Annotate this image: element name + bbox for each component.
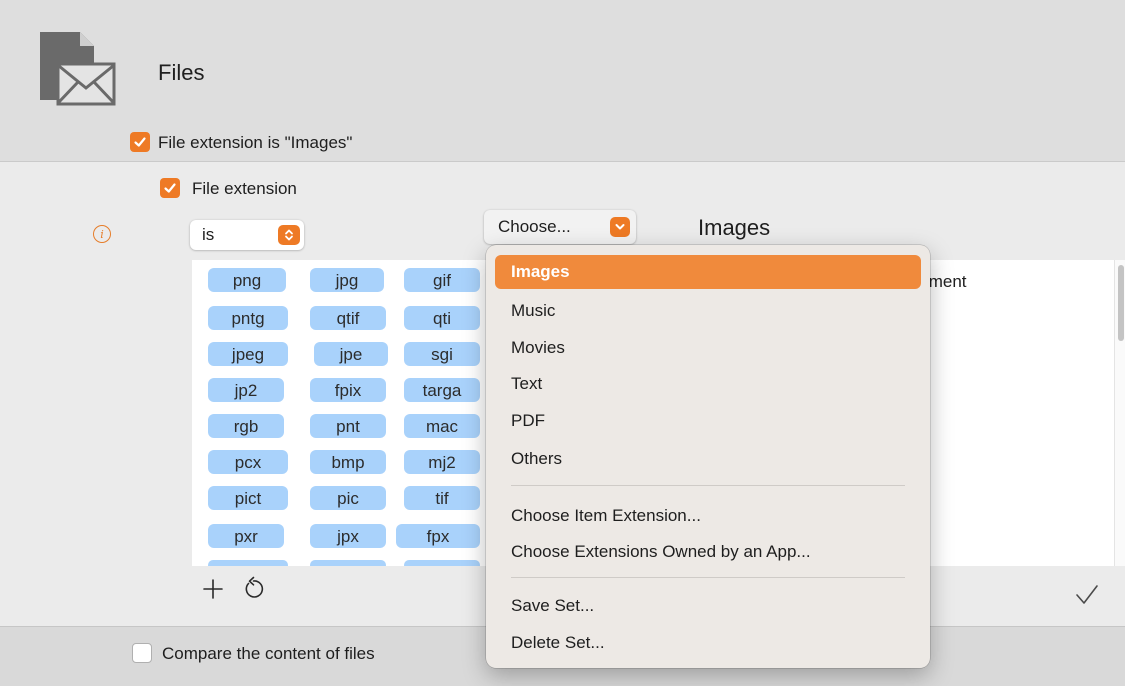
extension-tag[interactable]: fpix xyxy=(310,378,386,402)
extension-tag[interactable]: qti xyxy=(404,306,480,330)
compare-content-checkbox[interactable] xyxy=(132,643,152,663)
compare-content-label: Compare the content of files xyxy=(162,644,375,663)
section-title: Files xyxy=(158,60,205,85)
rule-summary-label: File extension is "Images" xyxy=(158,133,353,152)
info-icon[interactable]: i xyxy=(93,225,111,243)
selected-set-name: Images xyxy=(698,215,771,240)
extension-tag[interactable]: jpx xyxy=(310,524,386,548)
extension-tag[interactable]: jpe xyxy=(314,342,388,366)
choose-set-button[interactable]: Choose... xyxy=(484,210,636,244)
extension-tag[interactable]: jpg xyxy=(310,268,384,292)
choose-label: Choose... xyxy=(498,217,571,236)
extension-tag[interactable]: mj2 xyxy=(404,450,480,474)
extension-tag[interactable]: pic xyxy=(310,486,386,510)
extension-tag[interactable]: pcx xyxy=(208,450,288,474)
add-extension-icon[interactable] xyxy=(202,578,224,600)
menu-item-save-set[interactable]: Save Set... xyxy=(495,589,921,623)
menu-separator xyxy=(511,485,905,486)
operator-select[interactable]: is xyxy=(190,220,304,250)
extension-tag[interactable]: pict xyxy=(208,486,288,510)
file-extension-label: File extension xyxy=(192,179,297,198)
menu-item-choose-item-extension[interactable]: Choose Item Extension... xyxy=(495,499,921,533)
menu-item-delete-set[interactable]: Delete Set... xyxy=(495,626,921,660)
menu-item-images[interactable]: Images xyxy=(495,255,921,289)
extension-tag[interactable]: tif xyxy=(404,486,480,510)
menu-item-movies[interactable]: Movies xyxy=(495,331,921,365)
extension-tag[interactable]: jp2 xyxy=(208,378,284,402)
file-extension-checkbox[interactable] xyxy=(160,178,180,198)
extension-tag[interactable]: sgi xyxy=(404,342,480,366)
extension-tag[interactable]: qtif xyxy=(310,306,386,330)
extension-tag[interactable]: gif xyxy=(404,268,480,292)
updown-stepper-icon xyxy=(278,225,300,245)
extension-tag[interactable]: bmp xyxy=(310,450,386,474)
menu-item-text[interactable]: Text xyxy=(495,367,921,401)
extension-tag[interactable]: pnt xyxy=(310,414,386,438)
apply-check-icon[interactable] xyxy=(1074,584,1100,606)
rule-enabled-checkbox[interactable] xyxy=(130,132,150,152)
extension-tag[interactable]: targa xyxy=(404,378,480,402)
operator-value: is xyxy=(202,225,215,244)
extension-tag[interactable]: pntg xyxy=(208,306,288,330)
extension-tag[interactable]: jpeg xyxy=(208,342,288,366)
scrollbar-thumb[interactable] xyxy=(1118,265,1124,341)
menu-separator xyxy=(511,577,905,578)
menu-item-music[interactable]: Music xyxy=(495,294,921,328)
chevron-down-icon xyxy=(610,217,630,237)
extension-tag[interactable]: rgb xyxy=(208,414,284,438)
checkmark-icon xyxy=(134,137,146,147)
extension-tag[interactable]: pxr xyxy=(208,524,284,548)
description-text: ıment xyxy=(924,272,967,291)
checkmark-icon xyxy=(164,183,176,193)
extension-tag[interactable]: fpx xyxy=(396,524,480,548)
extension-tag[interactable]: mac xyxy=(404,414,480,438)
menu-item-others[interactable]: Others xyxy=(495,442,921,476)
reset-icon[interactable] xyxy=(240,576,266,602)
set-chooser-menu: Images Music Movies Text PDF Others Choo… xyxy=(486,245,930,668)
menu-item-choose-extensions-owned-by-app[interactable]: Choose Extensions Owned by an App... xyxy=(495,535,921,569)
menu-item-pdf[interactable]: PDF xyxy=(495,404,921,438)
extension-tag[interactable]: png xyxy=(208,268,286,292)
files-envelope-icon xyxy=(36,28,120,112)
